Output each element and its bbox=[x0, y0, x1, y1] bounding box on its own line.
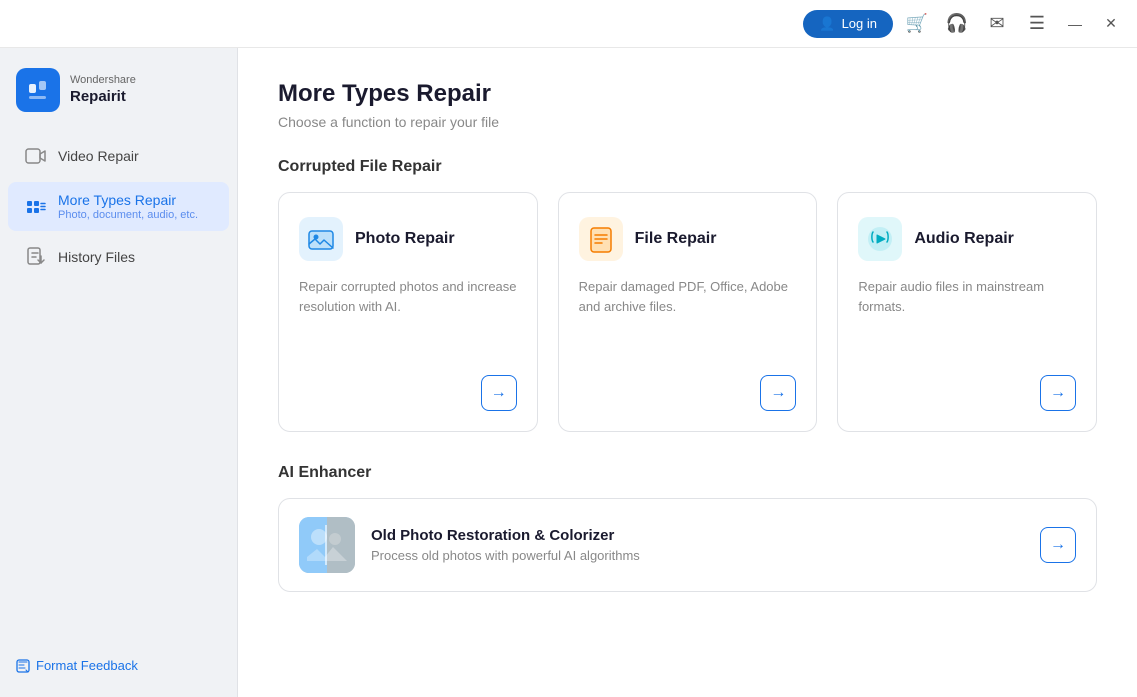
photo-repair-card[interactable]: Photo Repair Repair corrupted photos and… bbox=[278, 192, 538, 432]
file-repair-desc: Repair damaged PDF, Office, Adobe and ar… bbox=[579, 277, 797, 359]
history-files-text: History Files bbox=[58, 249, 135, 265]
photo-repair-header: Photo Repair bbox=[299, 217, 517, 261]
video-repair-icon bbox=[24, 144, 48, 168]
headset-button[interactable]: 🎧 bbox=[941, 8, 973, 40]
video-repair-text: Video Repair bbox=[58, 148, 139, 164]
page-title: More Types Repair bbox=[278, 80, 1097, 108]
old-photo-restoration-arrow-btn[interactable]: → bbox=[1040, 527, 1076, 563]
format-feedback-link[interactable]: Format Feedback bbox=[16, 658, 221, 673]
audio-repair-title: Audio Repair bbox=[914, 230, 1014, 248]
user-icon: 👤 bbox=[819, 16, 835, 32]
logo-text: Wondershare Repairit bbox=[70, 74, 136, 105]
photo-repair-icon-bg bbox=[299, 217, 343, 261]
cart-button[interactable]: 🛒 bbox=[901, 8, 933, 40]
sidebar-item-more-types-repair[interactable]: More Types Repair Photo, document, audio… bbox=[8, 182, 229, 231]
title-bar-actions: 👤 Log in 🛒 🎧 ✉ ☰ — ✕ bbox=[803, 8, 1125, 40]
audio-repair-icon-bg bbox=[858, 217, 902, 261]
old-photo-restoration-icon bbox=[299, 517, 355, 573]
more-types-text: More Types Repair Photo, document, audio… bbox=[58, 192, 198, 221]
page-subtitle: Choose a function to repair your file bbox=[278, 114, 1097, 130]
audio-repair-arrow-btn[interactable]: → bbox=[1040, 375, 1076, 411]
audio-repair-icon bbox=[866, 225, 894, 253]
logo-area: Wondershare Repairit bbox=[0, 60, 237, 132]
more-types-repair-icon bbox=[24, 195, 48, 219]
close-button[interactable]: ✕ bbox=[1097, 10, 1125, 38]
file-repair-icon bbox=[587, 225, 615, 253]
photo-repair-icon bbox=[307, 225, 335, 253]
file-repair-icon-bg bbox=[579, 217, 623, 261]
file-repair-arrow: → bbox=[579, 375, 797, 411]
sidebar-item-history-files[interactable]: History Files bbox=[8, 235, 229, 279]
corrupted-section-title: Corrupted File Repair bbox=[278, 158, 1097, 176]
photo-repair-arrow-btn[interactable]: → bbox=[481, 375, 517, 411]
sidebar: Wondershare Repairit Video Repair bbox=[0, 48, 238, 697]
sidebar-footer: Format Feedback bbox=[0, 646, 237, 685]
old-photo-restoration-title: Old Photo Restoration & Colorizer bbox=[371, 527, 1024, 544]
file-repair-card[interactable]: File Repair Repair damaged PDF, Office, … bbox=[558, 192, 818, 432]
photo-repair-arrow: → bbox=[299, 375, 517, 411]
login-label: Log in bbox=[842, 16, 877, 31]
main-content: More Types Repair Choose a function to r… bbox=[238, 48, 1137, 697]
corrupted-cards-grid: Photo Repair Repair corrupted photos and… bbox=[278, 192, 1097, 432]
audio-repair-header: Audio Repair bbox=[858, 217, 1076, 261]
photo-repair-desc: Repair corrupted photos and increase res… bbox=[299, 277, 517, 359]
format-feedback-label: Format Feedback bbox=[36, 658, 138, 673]
audio-repair-card[interactable]: Audio Repair Repair audio files in mains… bbox=[837, 192, 1097, 432]
feedback-icon bbox=[16, 659, 30, 673]
minimize-button[interactable]: — bbox=[1061, 10, 1089, 38]
title-bar: 👤 Log in 🛒 🎧 ✉ ☰ — ✕ bbox=[0, 0, 1137, 48]
sidebar-item-video-repair[interactable]: Video Repair bbox=[8, 134, 229, 178]
file-repair-arrow-btn[interactable]: → bbox=[760, 375, 796, 411]
ai-section-title: AI Enhancer bbox=[278, 464, 1097, 482]
old-photo-restoration-card[interactable]: Old Photo Restoration & Colorizer Proces… bbox=[278, 498, 1097, 592]
old-photo-restoration-desc: Process old photos with powerful AI algo… bbox=[371, 548, 1024, 563]
old-photo-restoration-text: Old Photo Restoration & Colorizer Proces… bbox=[371, 527, 1024, 563]
login-button[interactable]: 👤 Log in bbox=[803, 10, 893, 38]
audio-repair-arrow: → bbox=[858, 375, 1076, 411]
app-logo bbox=[16, 68, 60, 112]
audio-repair-desc: Repair audio files in mainstream formats… bbox=[858, 277, 1076, 359]
brand-name: Wondershare bbox=[70, 74, 136, 87]
history-files-icon bbox=[24, 245, 48, 269]
photo-repair-title: Photo Repair bbox=[355, 230, 455, 248]
product-name: Repairit bbox=[70, 88, 136, 106]
mail-button[interactable]: ✉ bbox=[981, 8, 1013, 40]
menu-button[interactable]: ☰ bbox=[1021, 8, 1053, 40]
file-repair-header: File Repair bbox=[579, 217, 797, 261]
file-repair-title: File Repair bbox=[635, 230, 717, 248]
app-body: Wondershare Repairit Video Repair bbox=[0, 48, 1137, 697]
